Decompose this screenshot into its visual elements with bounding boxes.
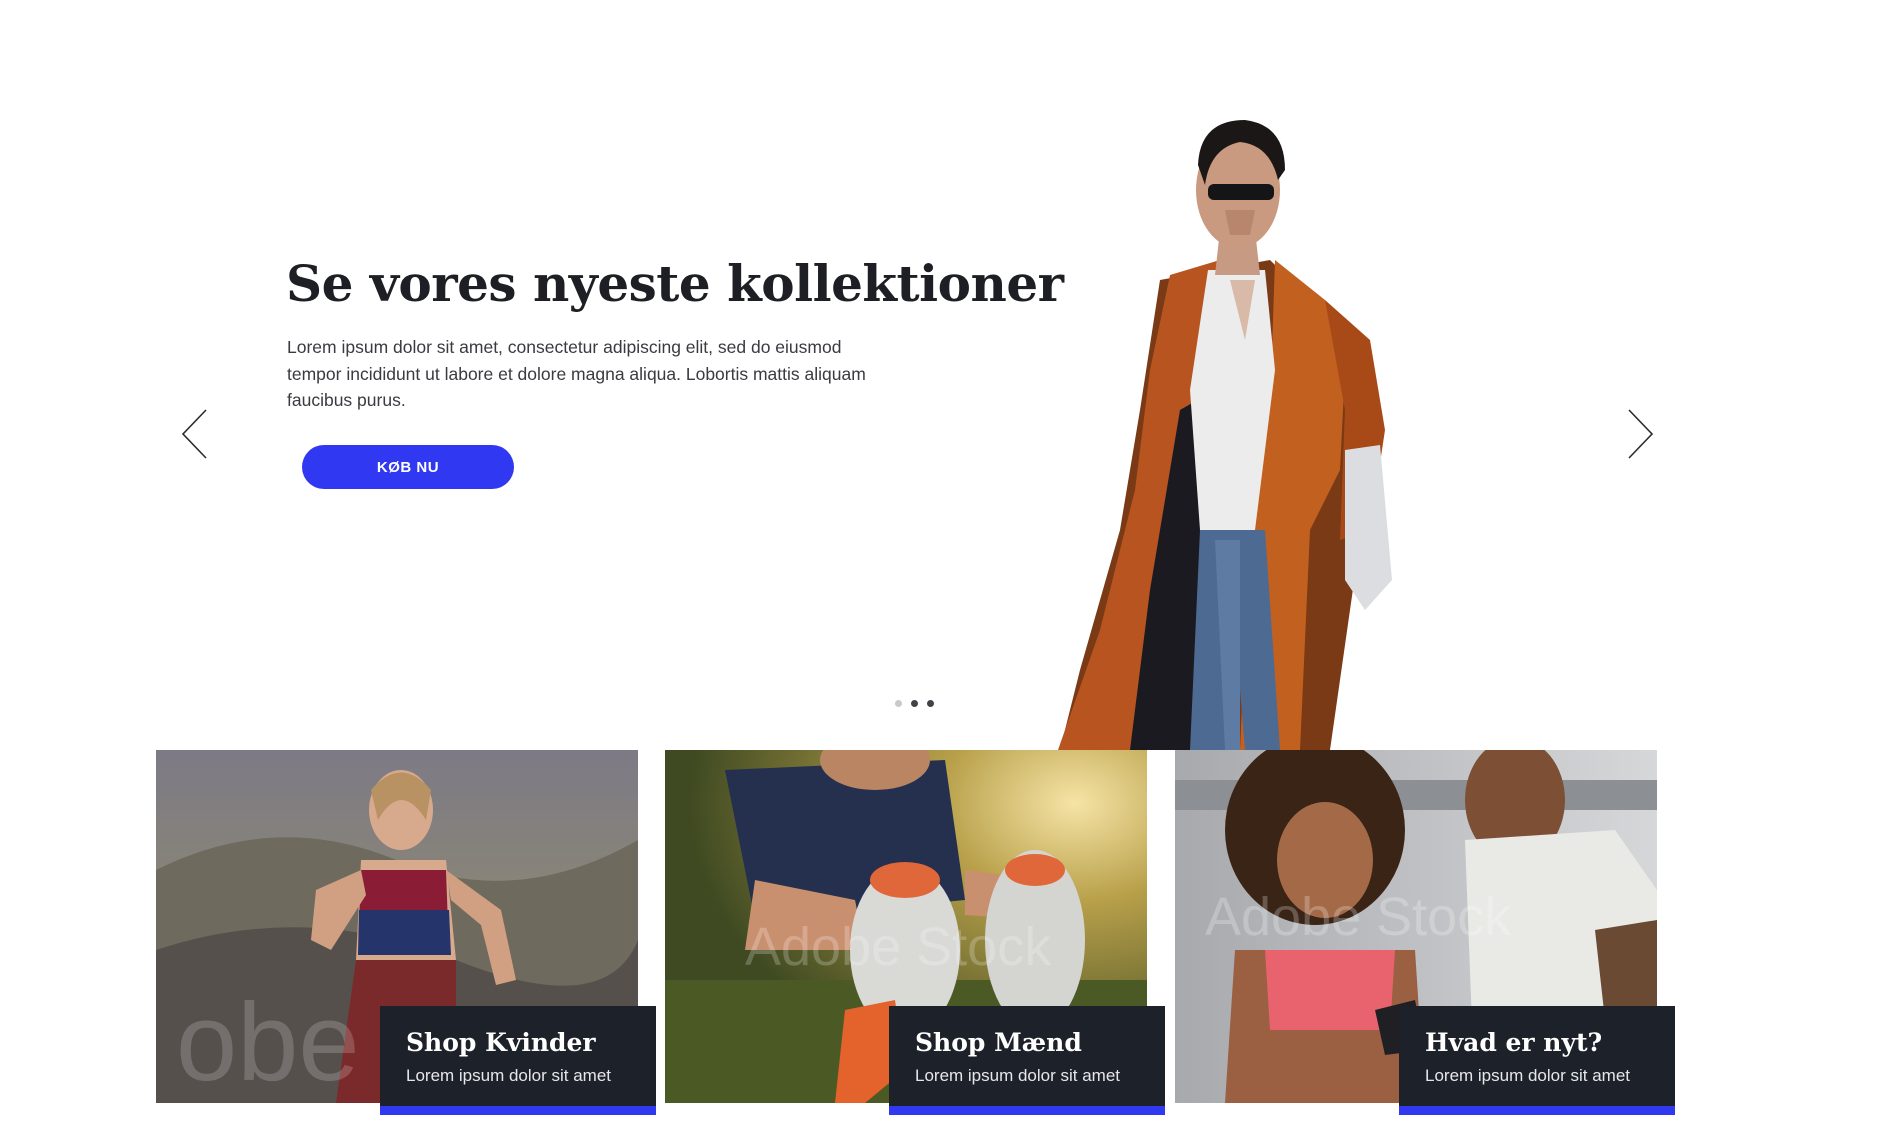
card-caption: Shop Mænd Lorem ipsum dolor sit amet [889, 1006, 1165, 1115]
card-subtitle: Lorem ipsum dolor sit amet [1425, 1066, 1631, 1085]
card-shop-women[interactable]: obe Shop Kvinder Lorem ipsum dolor sit a… [156, 750, 656, 1115]
hero-model-image [1058, 120, 1392, 750]
carousel-dot-1[interactable] [895, 699, 902, 707]
card-caption: Hvad er nyt? Lorem ipsum dolor sit amet [1399, 1006, 1675, 1115]
card-caption: Shop Kvinder Lorem ipsum dolor sit amet [380, 1006, 656, 1115]
svg-text:obe: obe [176, 981, 360, 1103]
card-shop-men[interactable]: Adobe Stock Shop Mænd Lorem ipsum dolor … [665, 750, 1165, 1115]
chevron-right-icon [1628, 409, 1654, 459]
svg-text:Adobe Stock: Adobe Stock [1205, 887, 1512, 947]
carousel-prev-button[interactable] [180, 408, 210, 460]
page: Se vores nyeste kollektioner Lorem ipsum… [0, 0, 1893, 1143]
card-title: Shop Kvinder [406, 1028, 596, 1057]
carousel-indicators [895, 698, 934, 708]
card-title: Hvad er nyt? [1425, 1028, 1603, 1057]
card-subtitle: Lorem ipsum dolor sit amet [406, 1066, 612, 1085]
buy-now-button[interactable]: KØB NU [302, 445, 514, 489]
hero-description: Lorem ipsum dolor sit amet, consectetur … [287, 337, 866, 410]
card-subtitle: Lorem ipsum dolor sit amet [915, 1066, 1121, 1085]
carousel-dot-2[interactable] [911, 699, 918, 707]
chevron-left-icon [181, 409, 207, 459]
card-whats-new[interactable]: Adobe Stock Hvad er nyt? Lorem ipsum dol… [1175, 750, 1675, 1115]
card-title: Shop Mænd [915, 1028, 1082, 1057]
carousel-dot-3[interactable] [927, 699, 934, 707]
svg-text:Adobe Stock: Adobe Stock [745, 917, 1052, 977]
carousel-next-button[interactable] [1625, 408, 1655, 460]
hero-title: Se vores nyeste kollektioner [286, 254, 1064, 313]
